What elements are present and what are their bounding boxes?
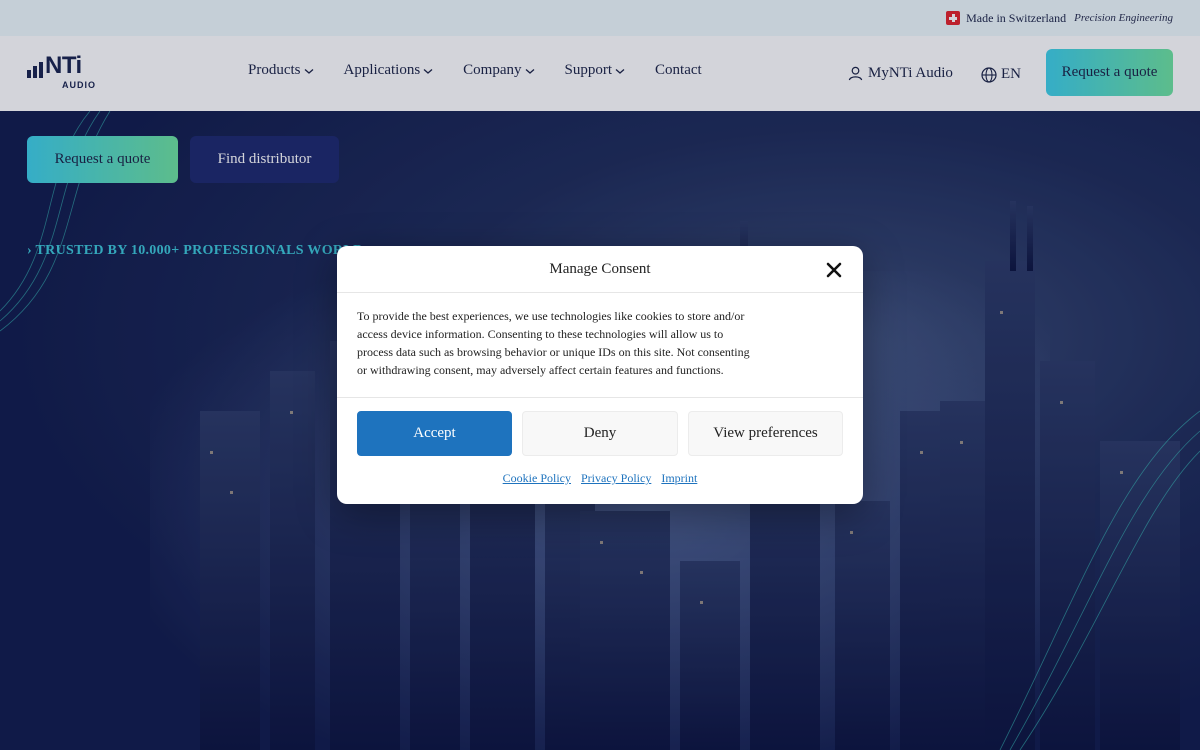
consent-text: To provide the best experiences, we use … [357, 309, 750, 377]
consent-actions: Accept Deny View preferences [337, 398, 863, 456]
consent-dialog: Manage Consent To provide the best exper… [337, 246, 863, 504]
consent-links: Cookie Policy Privacy Policy Imprint [337, 456, 863, 486]
privacy-policy-link[interactable]: Privacy Policy [581, 471, 651, 486]
cookie-policy-link[interactable]: Cookie Policy [503, 471, 571, 486]
accept-button[interactable]: Accept [357, 411, 512, 456]
close-icon[interactable] [825, 261, 843, 279]
view-preferences-button[interactable]: View preferences [688, 411, 843, 456]
consent-header: Manage Consent [337, 246, 863, 293]
deny-button[interactable]: Deny [522, 411, 678, 456]
imprint-link[interactable]: Imprint [661, 471, 697, 486]
consent-body: To provide the best experiences, we use … [337, 293, 863, 398]
consent-title: Manage Consent [549, 260, 651, 277]
